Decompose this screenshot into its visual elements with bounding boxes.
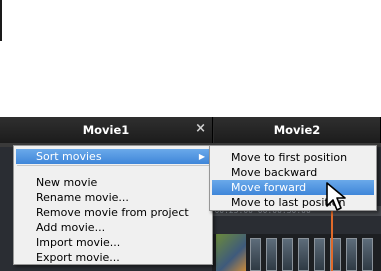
menu-item-import-movie[interactable]: Import movie...	[16, 235, 210, 250]
menu-item-add-movie[interactable]: Add movie...	[16, 220, 210, 235]
menu-item-export-movie[interactable]: Export movie...	[16, 250, 210, 265]
submenu-item-move-backward[interactable]: Move backward	[212, 165, 374, 180]
menu-item-sort-movies[interactable]: Sort movies ▶	[16, 149, 210, 164]
menu-item-label: Rename movie...	[36, 191, 129, 204]
submenu-item-move-first[interactable]: Move to first position	[212, 150, 374, 165]
film-frame	[250, 238, 261, 271]
screenshot-stage: Movie1 × Movie2 00:00:25:00 00:00:30:00 …	[0, 0, 381, 271]
menu-separator	[17, 165, 209, 166]
tab-movie1[interactable]: Movie1 ×	[0, 117, 213, 143]
context-menu: Sort movies ▶ New movie Rename movie... …	[13, 145, 213, 265]
menu-item-rename-movie[interactable]: Rename movie...	[16, 190, 210, 205]
submenu-item-label: Move to first position	[231, 151, 348, 164]
tab-label: Movie2	[273, 123, 321, 137]
chevron-right-icon: ▶	[198, 152, 205, 161]
tab-label: Movie1	[82, 123, 130, 137]
menu-item-label: Add movie...	[36, 221, 106, 234]
menu-item-label: Import movie...	[36, 236, 121, 249]
sort-movies-submenu: Move to first position Move backward Mov…	[209, 145, 377, 211]
film-frame	[266, 238, 277, 271]
film-frame	[362, 238, 373, 271]
film-frame	[282, 238, 293, 271]
menu-item-label: New movie	[36, 176, 98, 189]
playhead-marker[interactable]	[331, 208, 333, 271]
menu-item-label: Remove movie from project	[36, 206, 189, 219]
submenu-item-move-last[interactable]: Move to last position	[212, 195, 374, 210]
arrow-pointer-icon	[326, 182, 346, 211]
submenu-item-label: Move backward	[231, 166, 318, 179]
menu-item-label: Export movie...	[36, 251, 120, 264]
edge-line	[0, 0, 2, 41]
film-frame	[298, 238, 309, 271]
submenu-item-move-forward[interactable]: Move forward	[212, 180, 374, 195]
menu-item-new-movie[interactable]: New movie	[16, 175, 210, 190]
submenu-item-label: Move forward	[231, 181, 307, 194]
close-icon[interactable]: ×	[195, 122, 206, 136]
film-frame	[346, 238, 357, 271]
menu-item-remove-movie[interactable]: Remove movie from project	[16, 205, 210, 220]
menu-item-label: Sort movies	[36, 150, 102, 163]
clip-thumbnail[interactable]	[216, 234, 246, 271]
tab-movie2[interactable]: Movie2	[214, 117, 381, 143]
film-frame	[314, 238, 325, 271]
